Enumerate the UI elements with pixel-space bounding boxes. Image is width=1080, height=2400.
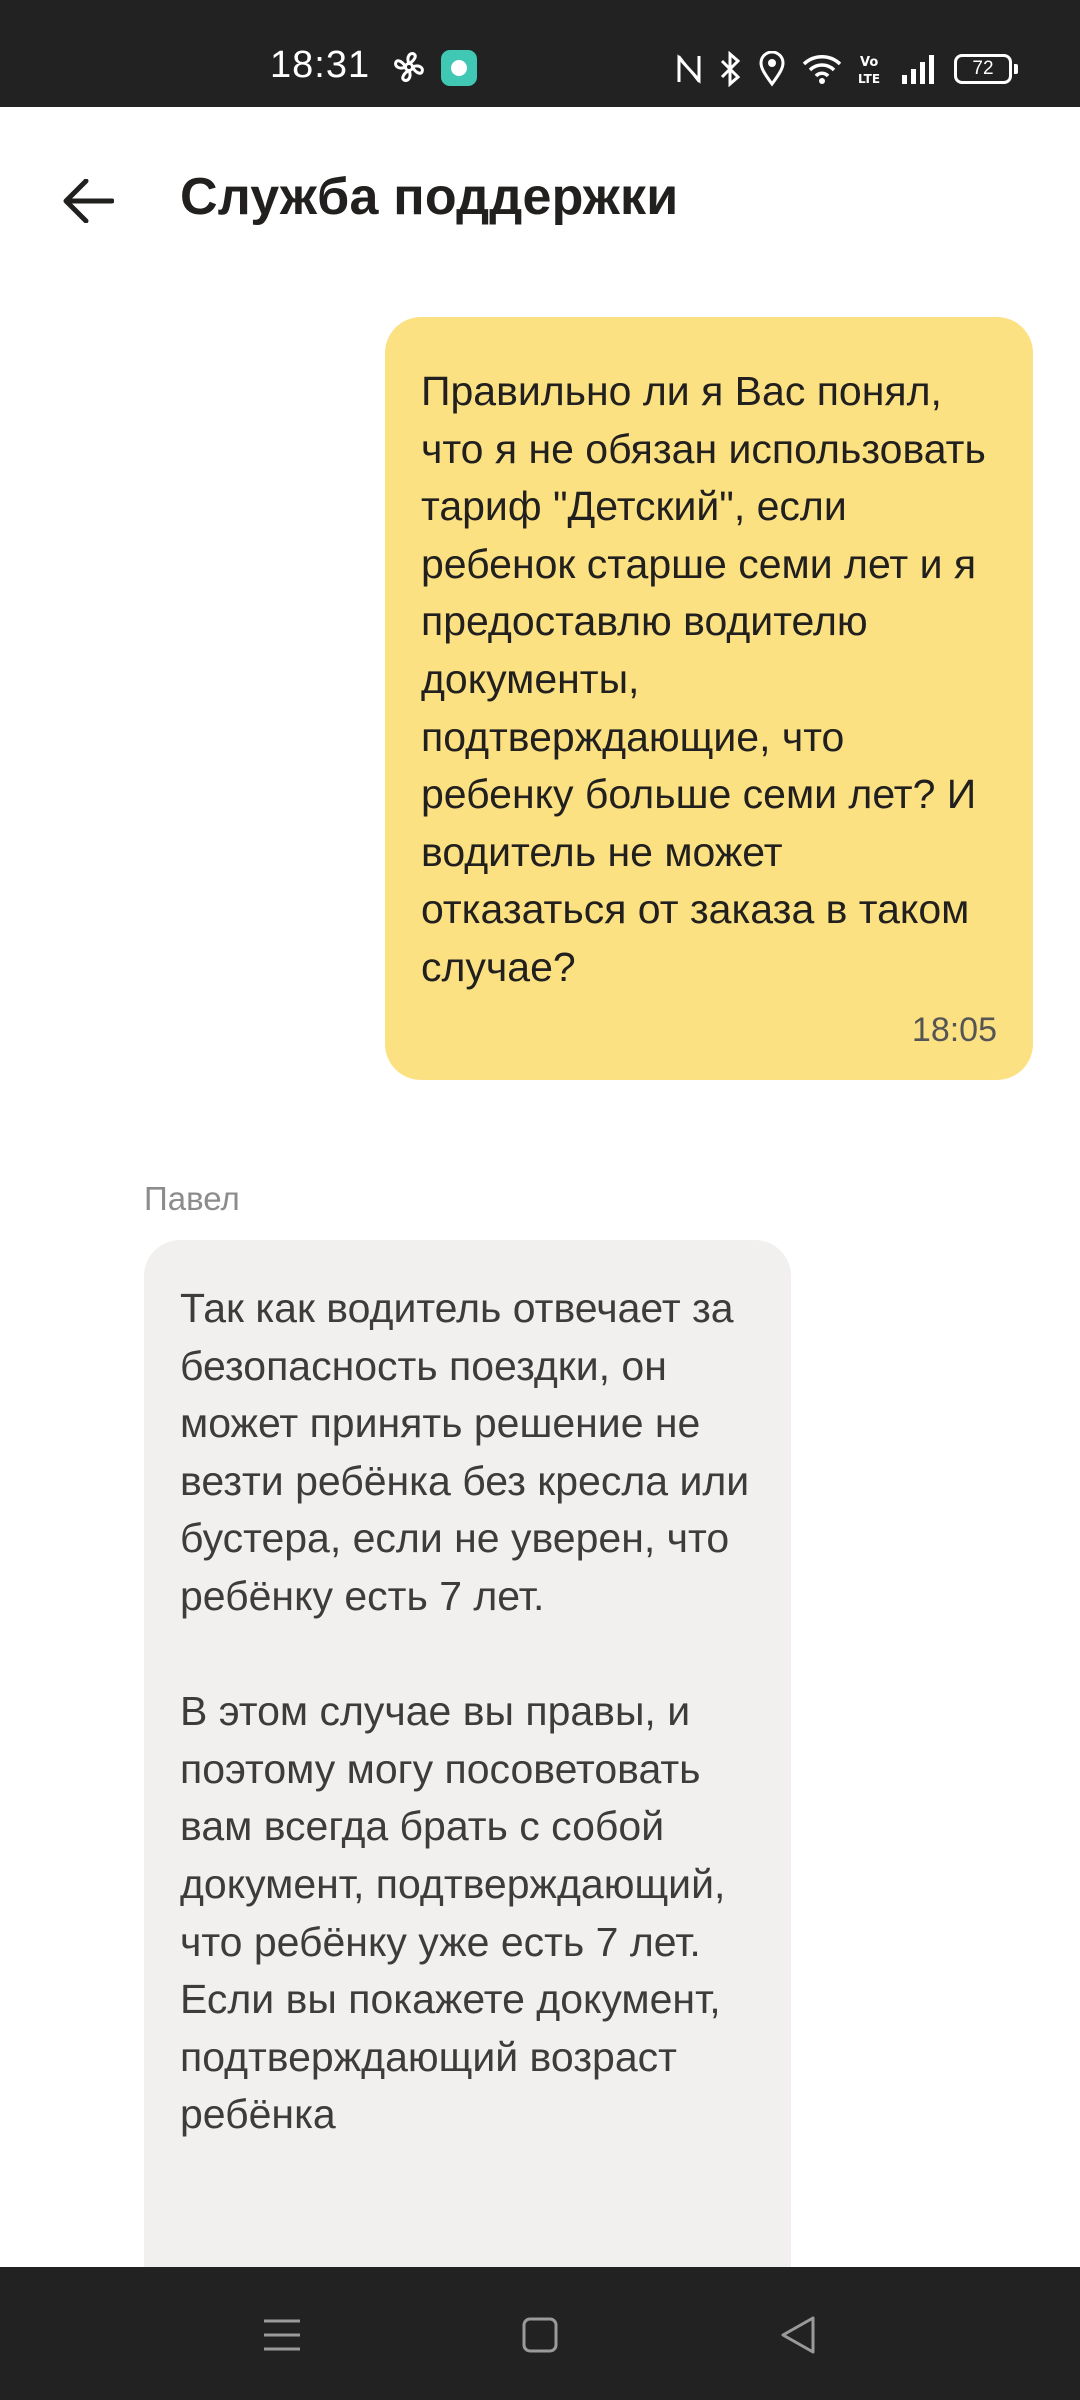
nfc-icon <box>677 54 701 84</box>
home-button[interactable] <box>510 2305 570 2365</box>
incoming-message[interactable]: Так как водитель отвечает за безопасност… <box>144 1240 791 2267</box>
chat-messages[interactable]: Правильно ли я Вас понял, что я не обяза… <box>0 292 1080 2267</box>
svg-text:Vo: Vo <box>860 55 878 70</box>
status-bar: 18:31 Vo LTE 72 <box>0 0 1080 107</box>
sender-name: Павел <box>144 1180 240 1217</box>
menu-icon <box>264 2319 300 2351</box>
home-icon <box>522 2317 558 2353</box>
signal-icon <box>902 55 934 84</box>
wifi-icon <box>802 55 842 84</box>
battery-icon: 72 <box>954 54 1018 84</box>
app-notification-icon <box>441 50 477 86</box>
navigation-bar <box>0 2267 1080 2400</box>
system-back-button[interactable] <box>768 2305 828 2365</box>
status-time: 18:31 <box>270 44 371 86</box>
message-time: 18:05 <box>911 1010 997 1049</box>
back-button[interactable] <box>52 165 124 237</box>
message-text: Правильно ли я Вас понял, что я не обяза… <box>421 368 986 990</box>
back-icon <box>781 2316 815 2354</box>
message-text: Так как водитель отвечает за безопасност… <box>180 1285 750 2138</box>
svg-text:LTE: LTE <box>858 72 880 86</box>
outgoing-message[interactable]: Правильно ли я Вас понял, что я не обяза… <box>385 317 1033 1080</box>
page-title: Служба поддержки <box>180 168 679 226</box>
bluetooth-icon <box>720 51 741 87</box>
location-icon <box>759 51 785 87</box>
app-header: Служба поддержки <box>0 107 1080 292</box>
fan-icon <box>394 52 424 82</box>
status-icons: Vo LTE 72 <box>676 50 1018 88</box>
arrow-left-icon <box>63 179 114 223</box>
menu-button[interactable] <box>252 2305 312 2365</box>
volte-icon: Vo LTE <box>858 55 880 86</box>
